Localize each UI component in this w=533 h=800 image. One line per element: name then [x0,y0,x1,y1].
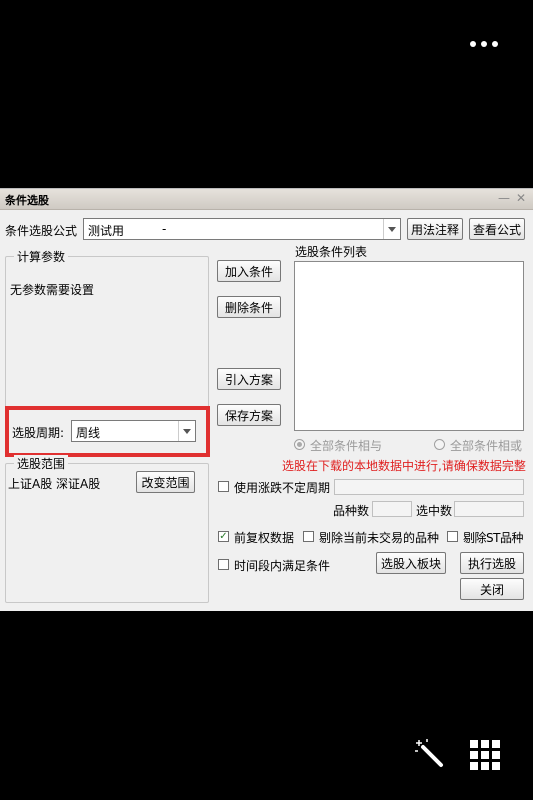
view-formula-button[interactable]: 查看公式 [469,218,525,240]
pre-adjusted-label: 前复权数据 [234,531,295,545]
more-options-icon[interactable] [470,36,504,52]
formula-value: 测试用 [88,224,125,238]
save-scheme-button[interactable]: 保存方案 [217,404,281,426]
exclude-untraded-label: 剔除当前未交易的品种 [319,531,440,545]
range-legend: 选股范围 [14,455,69,472]
minimize-icon[interactable]: — [498,191,510,205]
chevron-down-icon[interactable] [383,219,400,239]
dialog-title: 条件选股 [5,194,49,207]
period-highlight-annotation [5,406,210,457]
all-and-label: 全部条件相与 [310,439,383,453]
pre-adjusted-checkbox[interactable]: ✓ [218,531,229,542]
close-button[interactable]: 关闭 [460,578,524,600]
uncertain-cycle-input[interactable] [334,479,524,495]
no-params-note: 无参数需要设置 [10,283,95,297]
uncertain-cycle-label: 使用涨跌不定周期 [234,481,331,495]
selected-count-label: 选中数 [416,504,453,518]
import-scheme-button[interactable]: 引入方案 [217,368,281,390]
all-or-label: 全部条件相或 [450,439,523,453]
usage-notes-button[interactable]: 用法注释 [407,218,463,240]
selected-count-box [454,501,524,517]
close-icon[interactable]: ✕ [516,191,526,205]
range-value: 上证A股 深证A股 [8,477,101,491]
exclude-st-checkbox[interactable] [447,531,458,542]
uncertain-cycle-checkbox[interactable] [218,481,229,492]
stock-count-box [372,501,412,517]
calc-params-legend: 计算参数 [14,248,69,265]
data-warning: 选股在下载的本地数据中进行,请确保数据完整 [282,459,526,473]
grid-menu-icon[interactable] [470,740,500,770]
exclude-untraded-checkbox[interactable] [303,531,314,542]
condition-stock-picker-dialog: 条件选股 — ✕ 条件选股公式 测试用 - 用法注释 查看公式 计算参数 无参数… [0,188,533,611]
time-range-label: 时间段内满足条件 [234,559,331,573]
stock-count-label: 品种数 [333,504,370,518]
formula-value-suffix: - [162,222,167,236]
condition-list[interactable] [294,261,524,431]
execute-selection-button[interactable]: 执行选股 [460,552,524,574]
title-bar: 条件选股 — ✕ [0,189,533,210]
delete-condition-button[interactable]: 删除条件 [217,296,281,318]
add-to-block-button[interactable]: 选股入板块 [376,552,446,574]
exclude-st-label: 剔除ST品种 [463,531,523,545]
add-condition-button[interactable]: 加入条件 [217,260,281,282]
condition-list-label: 选股条件列表 [295,245,368,259]
formula-label: 条件选股公式 [5,224,78,238]
all-or-radio[interactable] [434,439,445,450]
time-range-checkbox[interactable] [218,559,229,570]
formula-select[interactable]: 测试用 - [83,218,401,240]
all-and-radio[interactable] [294,439,305,450]
magic-wand-icon[interactable] [413,737,447,771]
change-range-button[interactable]: 改变范围 [136,471,195,493]
